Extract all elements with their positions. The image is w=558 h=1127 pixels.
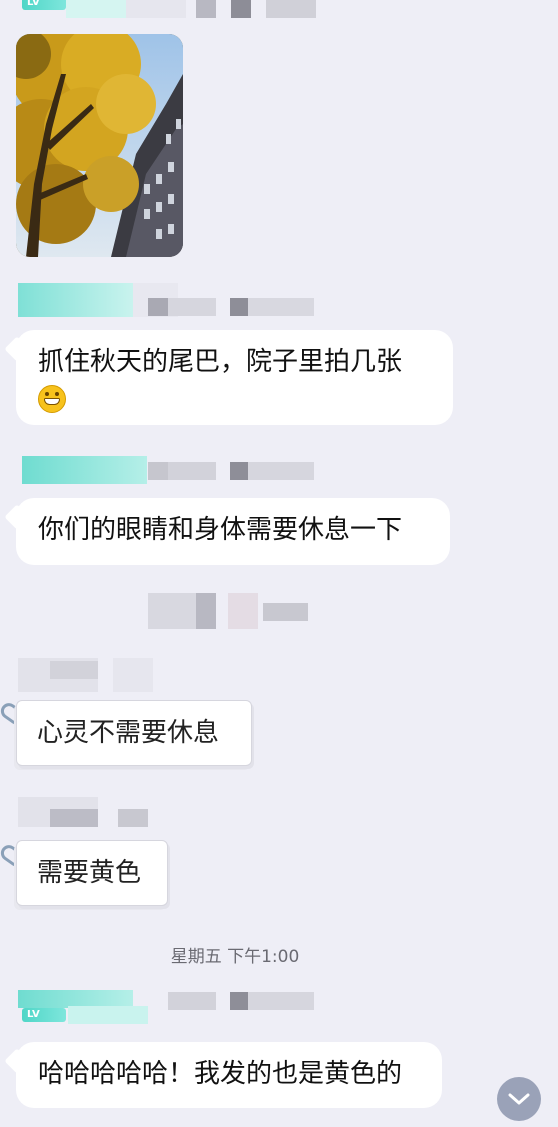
photo-message[interactable] <box>16 34 183 257</box>
blurred-sender-name <box>18 990 318 1024</box>
blurred-sender-name <box>18 797 178 827</box>
level-badge: LV <box>22 0 66 10</box>
message-text: 你们的眼睛和身体需要休息一下 <box>38 515 403 545</box>
message-text: 抓住秋天的尾巴，院子里拍几张 <box>38 347 403 377</box>
message-note[interactable]: 心灵不需要休息 <box>16 700 252 766</box>
message-bubble[interactable]: 你们的眼睛和身体需要休息一下 <box>16 498 450 565</box>
message-bubble[interactable]: 哈哈哈哈哈！我发的也是黄色的 <box>16 1042 442 1108</box>
message-note[interactable]: 需要黄色 <box>16 840 168 906</box>
blurred-sender-name <box>18 283 318 317</box>
message-text: 需要黄色 <box>37 858 142 888</box>
blurred-sender-name <box>18 456 318 484</box>
blurred-system-line <box>148 593 318 629</box>
grinning-face-icon <box>38 384 66 413</box>
timestamp: 星期五 下午1:00 <box>170 947 300 967</box>
message-text: 哈哈哈哈哈！我发的也是黄色的 <box>38 1059 403 1089</box>
chevron-down-icon <box>508 1093 530 1105</box>
message-text: 心灵不需要休息 <box>37 718 220 748</box>
blurred-sender-name <box>66 0 326 18</box>
message-bubble[interactable]: 抓住秋天的尾巴，院子里拍几张 <box>16 330 453 425</box>
autumn-tree-photo <box>16 34 183 257</box>
blurred-sender-name <box>18 658 218 692</box>
scroll-to-bottom-button[interactable] <box>497 1077 541 1121</box>
